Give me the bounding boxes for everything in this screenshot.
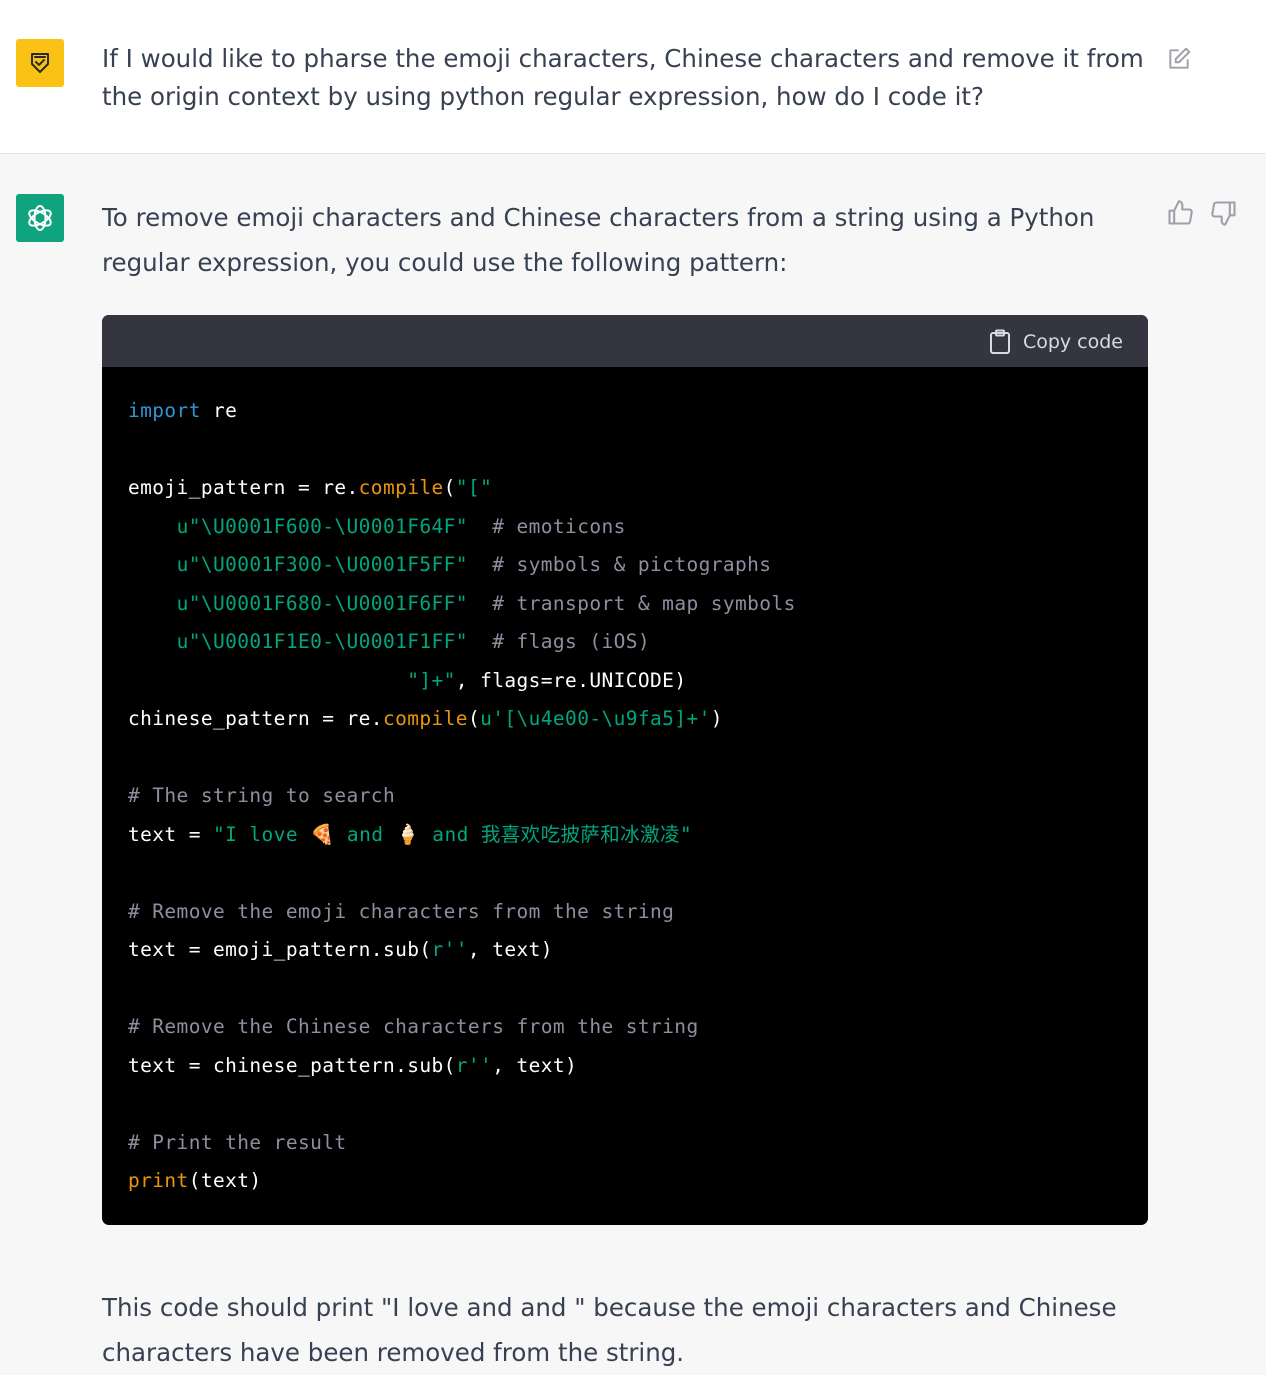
code-line-14: # Remove the emoji characters from the s… bbox=[128, 893, 796, 932]
code-token: text = emoji_pattern.sub( bbox=[128, 938, 432, 961]
code-token: u'[\u4e00-\u9fa5]+' bbox=[480, 707, 711, 730]
copy-code-label: Copy code bbox=[1022, 331, 1123, 353]
code-token: u"\U0001F300-\U0001F5FF" bbox=[176, 553, 468, 576]
edit-icon[interactable] bbox=[1166, 46, 1192, 72]
code-line-12: text = "I love 🍕 and 🍦 and 我喜欢吃披萨和冰激凌" bbox=[128, 816, 796, 855]
code-line-4: u"\U0001F600-\U0001F64F" # emoticons bbox=[128, 508, 796, 547]
code-line-18: text = chinese_pattern.sub(r'', text) bbox=[128, 1047, 796, 1086]
thumbs-down-icon[interactable] bbox=[1210, 199, 1238, 227]
code-line-9: chinese_pattern = re.compile(u'[\u4e00-\… bbox=[128, 700, 796, 739]
code-token: r'' bbox=[431, 938, 468, 961]
code-line-8: "]+", flags=re.UNICODE) bbox=[128, 662, 796, 701]
code-token: # symbols & pictographs bbox=[492, 553, 772, 576]
code-line-1: import re bbox=[128, 392, 796, 431]
code-line-11: # The string to search bbox=[128, 777, 796, 816]
code-line-5: u"\U0001F300-\U0001F5FF" # symbols & pic… bbox=[128, 546, 796, 585]
code-token: # Remove the Chinese characters from the… bbox=[128, 1015, 699, 1038]
code-line-7: u"\U0001F1E0-\U0001F1FF" # flags (iOS) bbox=[128, 623, 796, 662]
code-token: # flags (iOS) bbox=[492, 630, 651, 653]
user-message-row: If I would like to pharse the emoji char… bbox=[0, 0, 1266, 154]
code-token: (text) bbox=[188, 1169, 262, 1192]
code-block-header: Copy code bbox=[102, 315, 1148, 367]
code-token: , flags=re.UNICODE) bbox=[455, 668, 687, 692]
code-token: , text) bbox=[492, 1053, 578, 1077]
code-token: emoji_pattern = re. bbox=[128, 476, 359, 499]
assistant-outro-text: This code should print "I love and and "… bbox=[102, 1293, 1117, 1367]
user-avatar-icon bbox=[31, 53, 49, 73]
code-token: "]+" bbox=[407, 668, 456, 692]
code-token: u"\U0001F1E0-\U0001F1FF" bbox=[176, 630, 468, 653]
copy-code-button[interactable]: Copy code bbox=[989, 327, 1123, 357]
code-token: , text) bbox=[467, 938, 553, 961]
code-token: # Remove the emoji characters from the s… bbox=[128, 899, 675, 923]
code-token: # emoticons bbox=[492, 514, 626, 538]
assistant-avatar bbox=[16, 194, 64, 242]
code-token: ( bbox=[443, 476, 456, 499]
code-token: u"\U0001F600-\U0001F64F" bbox=[176, 514, 468, 538]
code-token: r'' bbox=[455, 1053, 493, 1077]
openai-logo-icon bbox=[28, 205, 52, 231]
code-line-20: # Print the result bbox=[128, 1124, 796, 1163]
code-token: ( bbox=[467, 707, 481, 730]
code-token: u"\U0001F680-\U0001F6FF" bbox=[176, 591, 468, 615]
thumbs-up-icon[interactable] bbox=[1166, 199, 1194, 227]
code-content: import re emoji_pattern = re.compile("[" … bbox=[128, 392, 796, 1201]
user-message-text: If I would like to pharse the emoji char… bbox=[102, 44, 1144, 111]
code-token: compile bbox=[382, 707, 468, 730]
code-token: re bbox=[200, 399, 238, 422]
code-block: Copy code import re emoji_pattern = re.co… bbox=[102, 315, 1148, 1225]
code-token: import bbox=[128, 399, 201, 422]
code-token: "[" bbox=[455, 476, 493, 499]
code-token: text = bbox=[128, 822, 213, 846]
code-token: chinese_pattern = re. bbox=[128, 707, 383, 730]
code-token: ) bbox=[710, 707, 723, 730]
code-token: compile bbox=[358, 476, 444, 499]
code-line-21: print(text) bbox=[128, 1162, 796, 1201]
code-token: # The string to search bbox=[128, 784, 396, 807]
code-token: # transport & map symbols bbox=[492, 591, 796, 615]
code-line-17: # Remove the Chinese characters from the… bbox=[128, 1008, 796, 1047]
user-avatar bbox=[16, 39, 64, 87]
assistant-message-row: To remove emoji characters and Chinese c… bbox=[0, 154, 1266, 1372]
code-token: # Print the result bbox=[128, 1130, 347, 1154]
code-line-15: text = emoji_pattern.sub(r'', text) bbox=[128, 931, 796, 970]
assistant-intro-text: To remove emoji characters and Chinese c… bbox=[102, 203, 1095, 277]
code-line-6: u"\U0001F680-\U0001F6FF" # transport & m… bbox=[128, 585, 796, 624]
code-token: text = chinese_pattern.sub( bbox=[128, 1053, 456, 1077]
code-token: "I love 🍕 and 🍦 and 我喜欢吃披萨和冰激凌" bbox=[212, 822, 693, 846]
code-line-3: emoji_pattern = re.compile("[" bbox=[128, 469, 796, 508]
code-token: print bbox=[128, 1169, 189, 1192]
clipboard-icon bbox=[989, 329, 1010, 354]
